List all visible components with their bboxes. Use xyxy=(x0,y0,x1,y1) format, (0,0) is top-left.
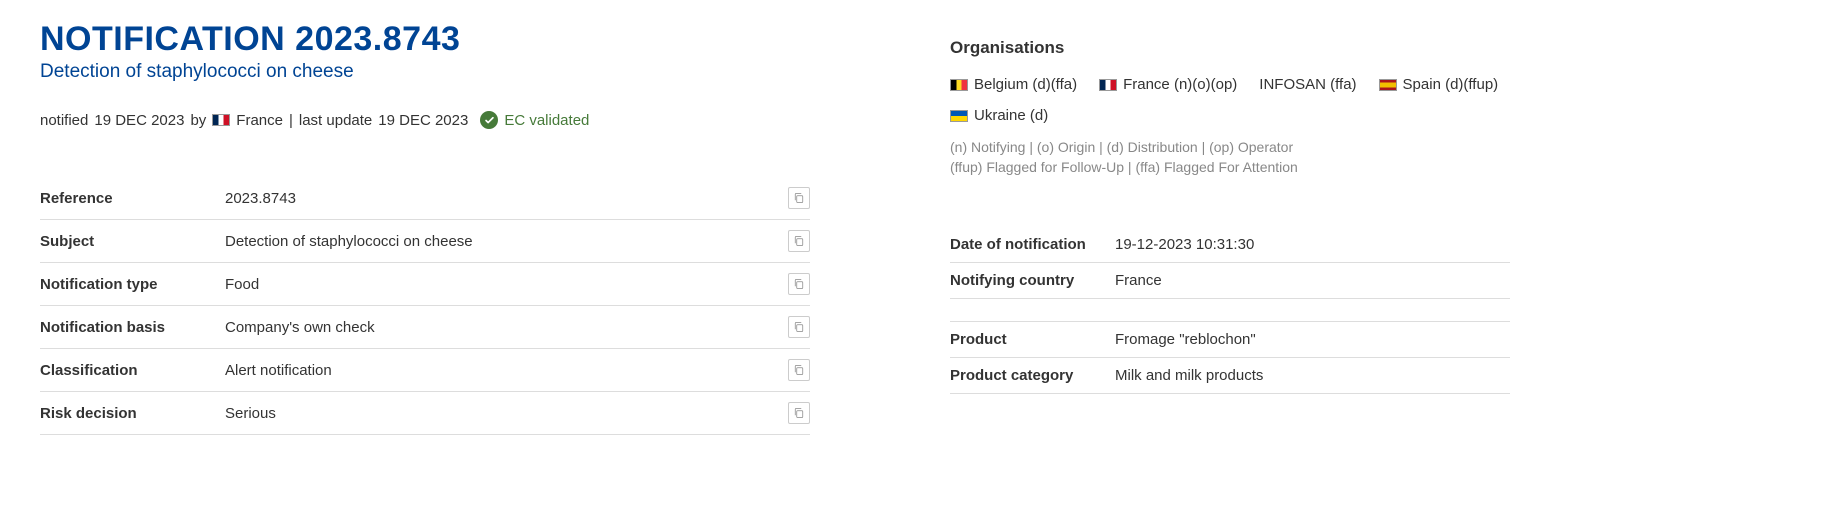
notifier-country: France xyxy=(236,112,283,129)
copy-button[interactable] xyxy=(788,359,810,381)
organisation-text: Spain (d)(ffup) xyxy=(1403,76,1499,93)
summary-table: Date of notification19-12-2023 10:31:30N… xyxy=(950,227,1510,394)
details-label: Notification type xyxy=(40,263,225,306)
validated-label: EC validated xyxy=(504,112,589,129)
details-row: Reference2023.8743 xyxy=(40,177,810,220)
details-value: Serious xyxy=(225,392,780,435)
copy-button[interactable] xyxy=(788,402,810,424)
meta-by: by xyxy=(190,112,206,129)
summary-row: Notifying countryFrance xyxy=(950,263,1510,299)
details-label: Reference xyxy=(40,177,225,220)
notified-prefix: notified xyxy=(40,112,88,129)
copy-button[interactable] xyxy=(788,187,810,209)
page-title: NOTIFICATION 2023.8743 xyxy=(40,20,810,59)
be-flag-icon xyxy=(950,79,968,91)
es-flag-icon xyxy=(1379,79,1397,91)
last-update-prefix: last update xyxy=(299,112,372,129)
organisations-list: Belgium (d)(ffa) France (n)(o)(op) INFOSAN… xyxy=(950,76,1510,124)
details-value: Detection of staphylococci on cheese xyxy=(225,220,780,263)
summary-label: Notifying country xyxy=(950,263,1115,299)
copy-button[interactable] xyxy=(788,316,810,338)
meta-line: notified 19 DEC 2023 by France | last up… xyxy=(40,111,810,129)
organisation-text: Ukraine (d) xyxy=(974,107,1048,124)
summary-row: Product categoryMilk and milk products xyxy=(950,358,1510,394)
page-subtitle: Detection of staphylococci on cheese xyxy=(40,61,810,83)
fr-flag-icon xyxy=(1099,79,1117,91)
summary-row: Date of notification19-12-2023 10:31:30 xyxy=(950,227,1510,263)
legend-line-1: (n) Notifying | (o) Origin | (d) Distrib… xyxy=(950,138,1510,158)
details-row: Notification typeFood xyxy=(40,263,810,306)
france-flag-icon xyxy=(212,114,230,126)
details-value: 2023.8743 xyxy=(225,177,780,220)
ua-flag-icon xyxy=(950,110,968,122)
copy-button[interactable] xyxy=(788,273,810,295)
organisations-heading: Organisations xyxy=(950,38,1510,58)
details-table: Reference2023.8743SubjectDetection of st… xyxy=(40,177,810,435)
organisation-text: INFOSAN (ffa) xyxy=(1259,76,1356,93)
validated-badge: EC validated xyxy=(480,111,589,129)
details-label: Classification xyxy=(40,349,225,392)
details-row: Risk decisionSerious xyxy=(40,392,810,435)
details-row: Notification basisCompany's own check xyxy=(40,306,810,349)
details-row: SubjectDetection of staphylococci on che… xyxy=(40,220,810,263)
summary-label: Product category xyxy=(950,358,1115,394)
legend-line-2: (ffup) Flagged for Follow-Up | (ffa) Fla… xyxy=(950,158,1510,178)
organisation-item: Spain (d)(ffup) xyxy=(1379,76,1499,93)
details-label: Risk decision xyxy=(40,392,225,435)
summary-value: 19-12-2023 10:31:30 xyxy=(1115,227,1510,263)
details-row: ClassificationAlert notification xyxy=(40,349,810,392)
organisation-text: France (n)(o)(op) xyxy=(1123,76,1237,93)
summary-value: France xyxy=(1115,263,1510,299)
notified-date: 19 DEC 2023 xyxy=(94,112,184,129)
meta-separator: | xyxy=(289,112,293,129)
organisation-text: Belgium (d)(ffa) xyxy=(974,76,1077,93)
organisation-item: Ukraine (d) xyxy=(950,107,1048,124)
copy-button[interactable] xyxy=(788,230,810,252)
summary-value: Fromage "reblochon" xyxy=(1115,322,1510,358)
details-label: Subject xyxy=(40,220,225,263)
organisation-item: Belgium (d)(ffa) xyxy=(950,76,1077,93)
details-label: Notification basis xyxy=(40,306,225,349)
last-update-date: 19 DEC 2023 xyxy=(378,112,468,129)
check-circle-icon xyxy=(480,111,498,129)
summary-label: Date of notification xyxy=(950,227,1115,263)
details-value: Food xyxy=(225,263,780,306)
summary-value: Milk and milk products xyxy=(1115,358,1510,394)
summary-label: Product xyxy=(950,322,1115,358)
organisation-item: France (n)(o)(op) xyxy=(1099,76,1237,93)
details-value: Alert notification xyxy=(225,349,780,392)
summary-row: ProductFromage "reblochon" xyxy=(950,322,1510,358)
organisations-legend: (n) Notifying | (o) Origin | (d) Distrib… xyxy=(950,138,1510,177)
organisation-item: INFOSAN (ffa) xyxy=(1259,76,1356,93)
details-value: Company's own check xyxy=(225,306,780,349)
